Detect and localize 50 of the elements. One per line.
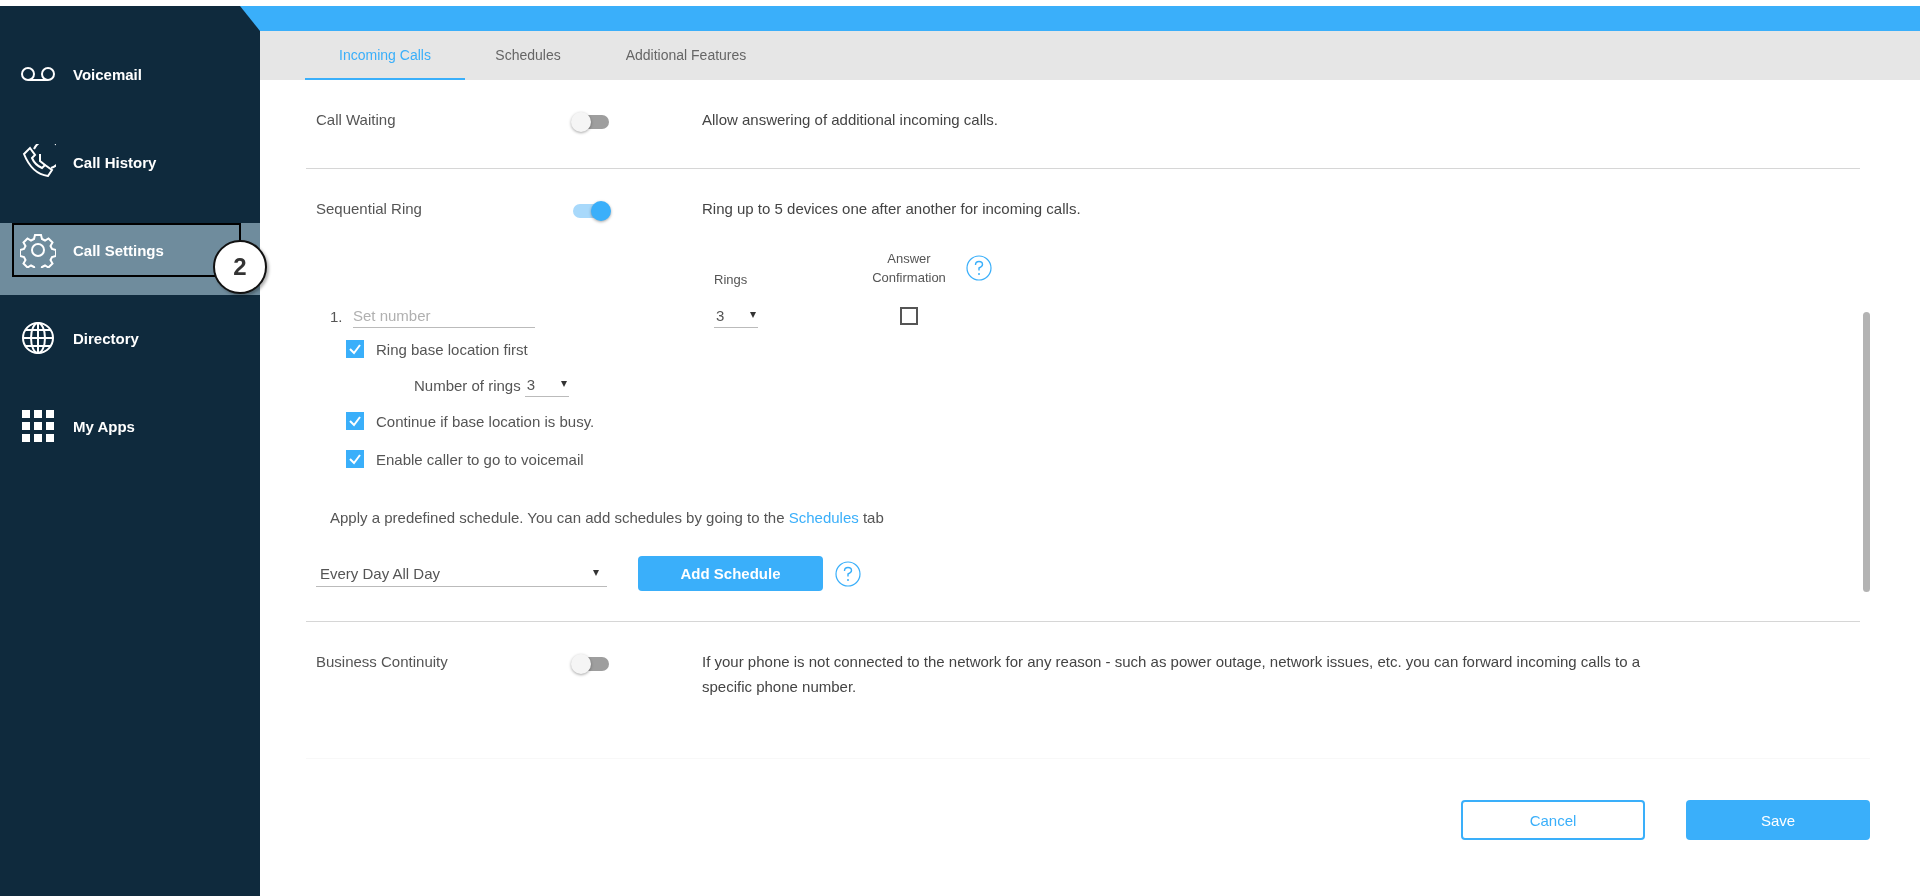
column-label: Rings [714, 270, 749, 287]
option-label: Enable caller to go to voicemail [376, 450, 584, 468]
option-label: Number of rings [414, 376, 521, 394]
checkbox[interactable] [346, 340, 364, 358]
scrollbar[interactable] [1863, 312, 1870, 592]
tab[interactable]: Additional Features [591, 31, 781, 80]
voicemail-icon [20, 65, 56, 83]
toggle-switch[interactable] [573, 657, 609, 672]
sidebar-item[interactable]: Call History [12, 135, 241, 189]
save-button[interactable]: Save [1686, 800, 1870, 840]
toggle-switch[interactable] [573, 115, 609, 130]
setting-description: Allow answering of additional incoming calls. [702, 110, 999, 130]
sidebar-label: Voicemail [73, 65, 142, 83]
tab[interactable]: Schedules [465, 31, 591, 80]
add-schedule-button[interactable]: Add Schedule [638, 556, 823, 591]
sidebar-label: Call Settings [73, 241, 164, 259]
checkbox[interactable] [900, 307, 918, 325]
sidebar-item[interactable]: My Apps [12, 399, 241, 453]
sidebar-label: Call History [73, 153, 157, 171]
schedules-link[interactable]: Schedules [788, 509, 859, 526]
schedule-note: Apply a predefined schedule. You can add schedules by going to the Schedules tab [330, 508, 885, 528]
sidebar-label: Directory [73, 329, 139, 347]
rings-dropdown[interactable]: 3 [714, 304, 758, 328]
step-number-tooltip: 2 [213, 240, 267, 294]
schedule-dropdown[interactable]: Every Day All Day [316, 560, 607, 587]
setting-label: Business Continuity [316, 652, 449, 672]
checkbox[interactable] [346, 412, 364, 430]
row-number: 1. [330, 307, 344, 325]
checkbox[interactable] [346, 450, 364, 468]
caret-icon [593, 570, 599, 576]
option-label: Continue if base location is busy. [376, 412, 595, 430]
setting-description: If your phone is not connected to the network for any reason - such as power outage, network issues, etc. you can forward incoming calls to a specific phone number. [702, 652, 1641, 697]
setting-label: Sequential Ring [316, 199, 423, 219]
rings-dropdown[interactable]: 3 [524, 373, 569, 397]
cancel-button[interactable]: Cancel [1461, 800, 1645, 840]
grid-icon [22, 410, 54, 442]
setting-label: Call Waiting [316, 110, 397, 130]
column-label: Answer Confirmation [871, 250, 947, 287]
setting-description: Ring up to 5 devices one after another for incoming calls. [702, 199, 1082, 219]
toggle-switch[interactable] [573, 204, 609, 219]
option-label: Ring base location first [376, 340, 528, 358]
sidebar-item[interactable]: Voicemail [12, 47, 241, 101]
sidebar-label: My Apps [73, 417, 135, 435]
caret-icon [560, 381, 567, 387]
settings-icon [20, 232, 56, 268]
help-icon[interactable] [835, 560, 861, 587]
caret-icon [750, 312, 756, 318]
sidebar-item[interactable]: Directory [12, 311, 241, 365]
globe-icon [20, 320, 56, 356]
help-icon[interactable] [966, 255, 992, 281]
